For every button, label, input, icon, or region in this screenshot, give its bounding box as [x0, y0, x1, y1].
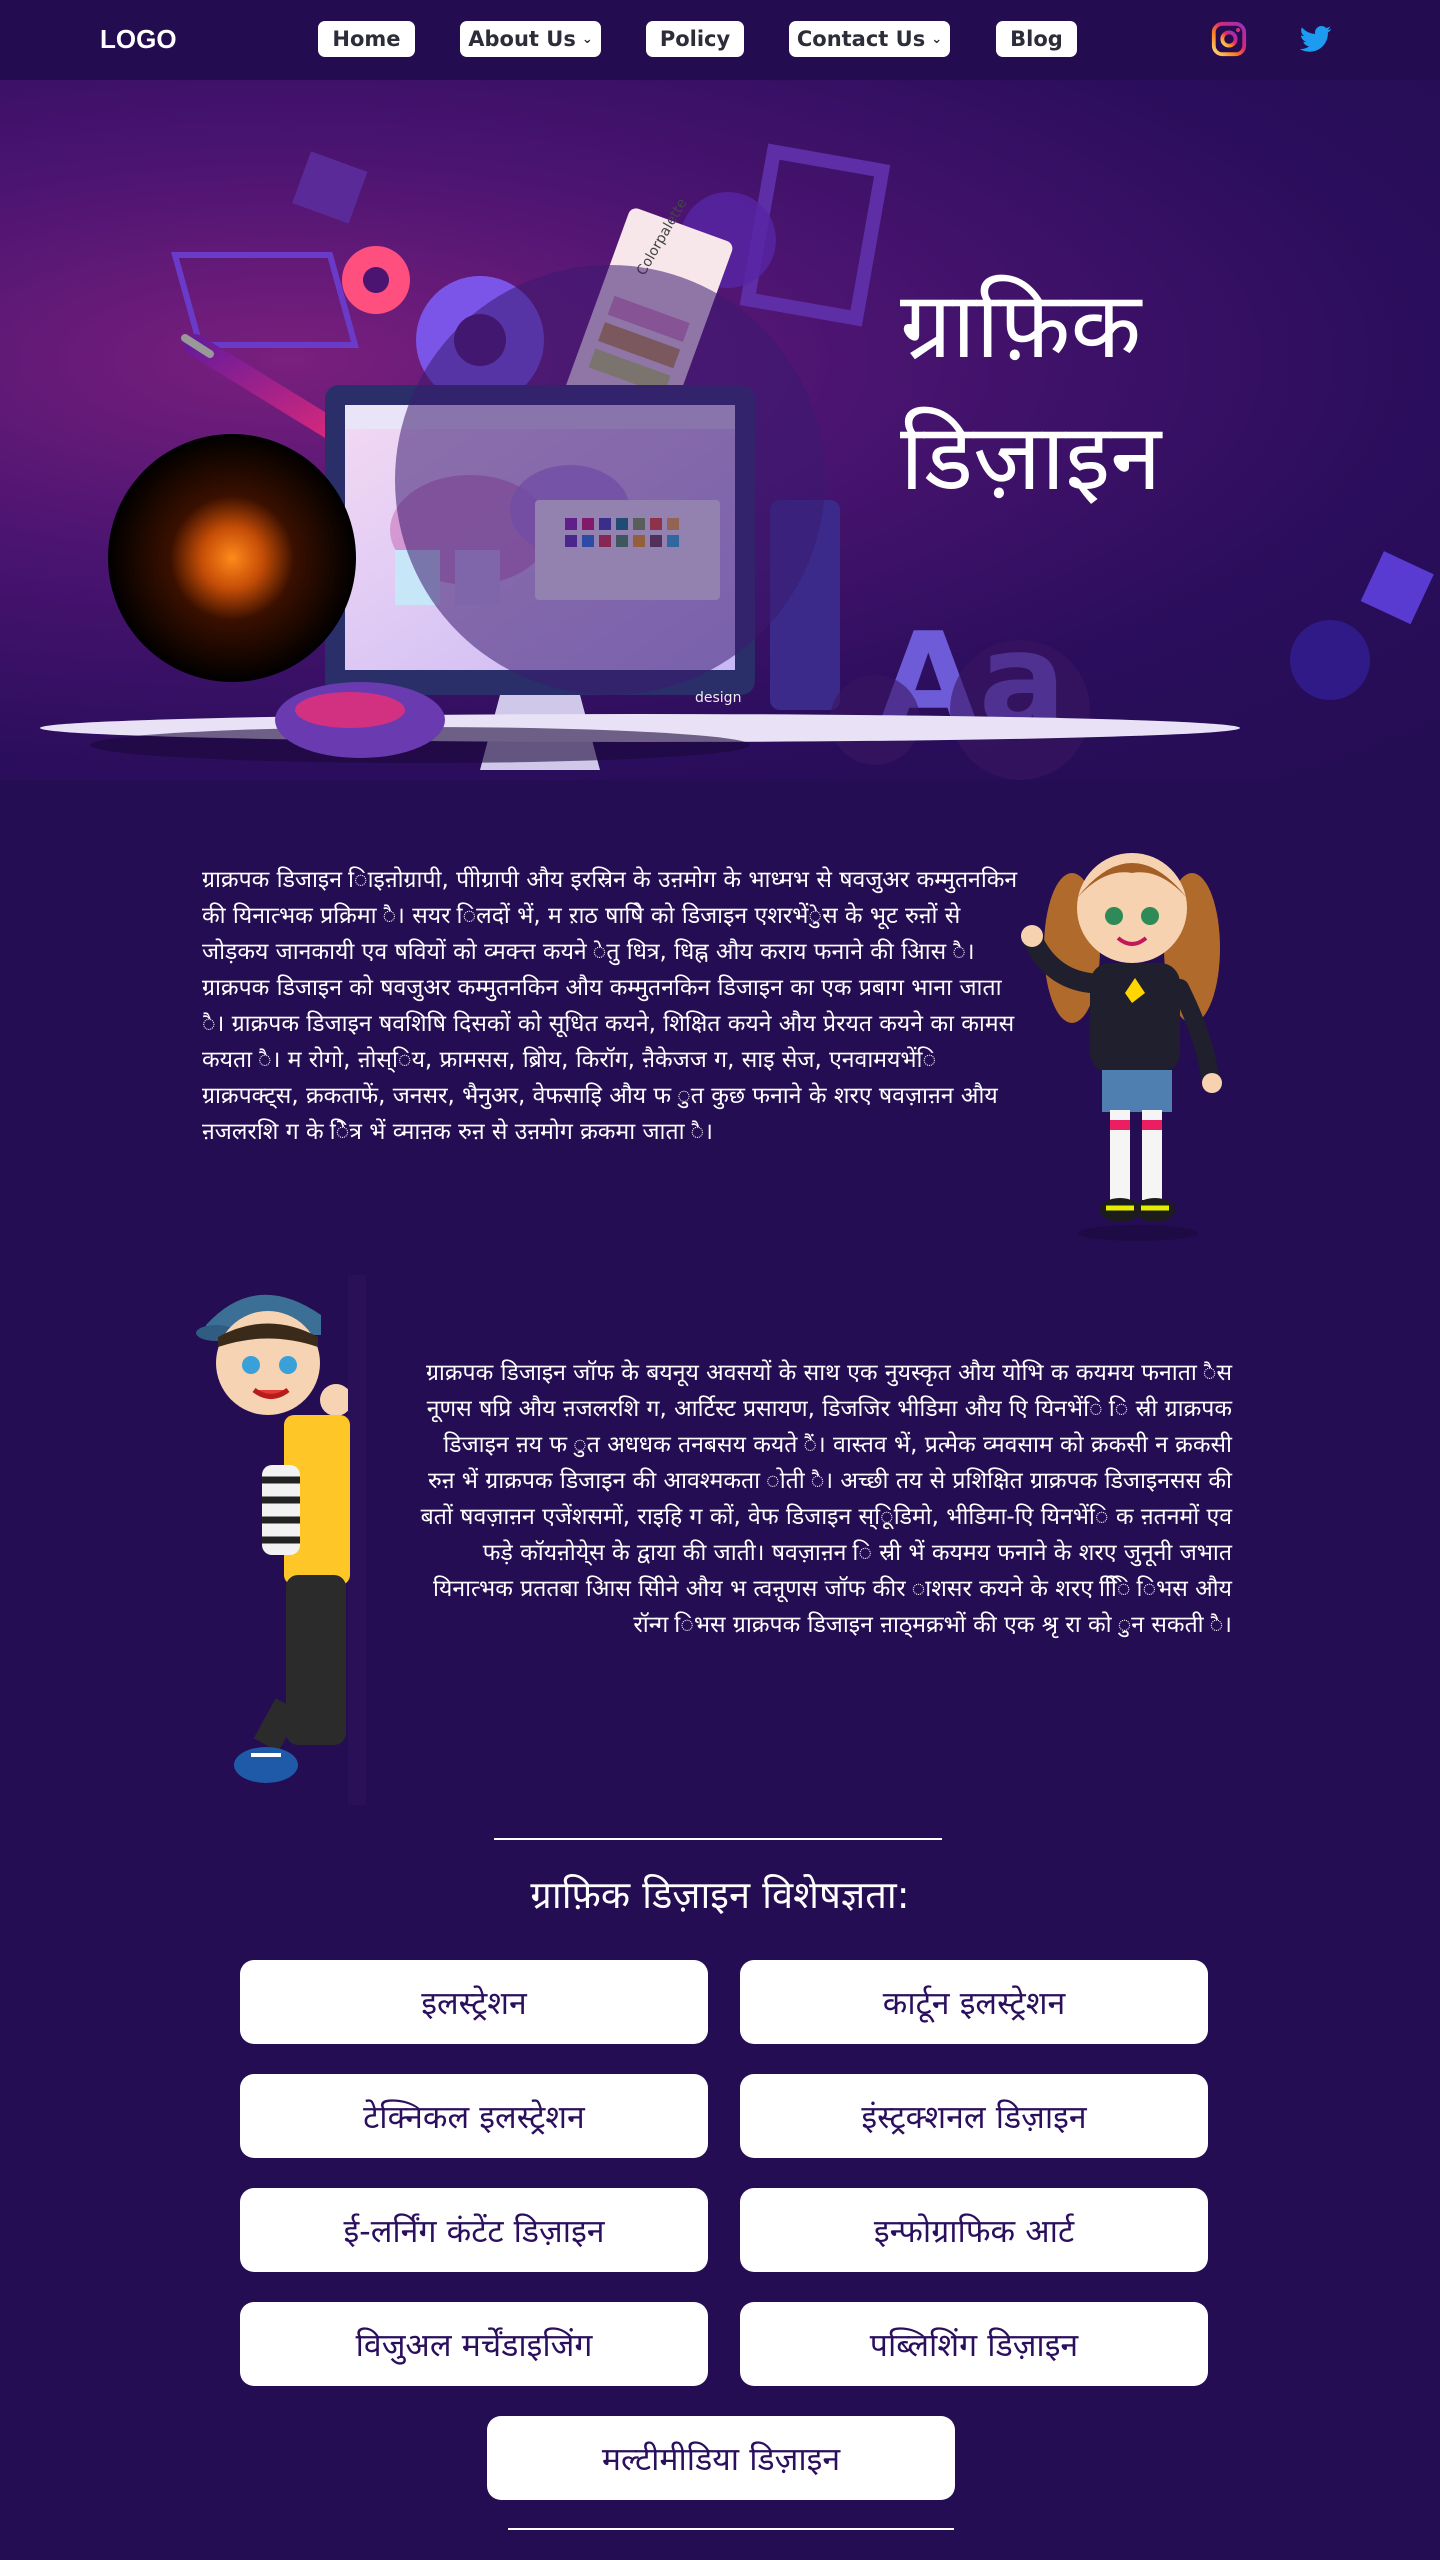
twitter-icon[interactable]: [1296, 20, 1334, 58]
divider-top: [494, 1838, 942, 1840]
section-title: ग्राफ़िक डिज़ाइन विशेषज्ञता:: [530, 1873, 910, 1917]
spec-label: इंस्ट्रक्शनल डिज़ाइन: [861, 2097, 1087, 2136]
nav-blog-label: Blog: [1010, 27, 1063, 51]
spec-visual-merchandising-button[interactable]: विजुअल मर्चेंडाइजिंग: [240, 2302, 708, 2386]
chevron-down-icon: ⌄: [931, 31, 943, 47]
hero-banner: Colorpalette design Aa: [0, 80, 1440, 780]
spec-elearning-content-design-button[interactable]: ई-लर्निंग कंटेंट डिज़ाइन: [240, 2188, 708, 2272]
nav-home[interactable]: Home: [318, 21, 415, 57]
hero-title: ग्राफ़िक डिज़ाइन: [900, 260, 1320, 524]
spec-publishing-design-button[interactable]: पब्लिशिंग डिज़ाइन: [740, 2302, 1208, 2386]
chevron-down-icon: ⌄: [581, 31, 593, 47]
monitor-label: design: [695, 690, 741, 706]
hero-title-line2: डिज़ाइन: [900, 404, 1162, 511]
outline-parallelogram-shape: [171, 252, 359, 348]
spec-label: मल्टीमीडिया डिज़ाइन: [601, 2439, 841, 2478]
spec-cartoon-illustration-button[interactable]: कार्टून इलस्ट्रेशन: [740, 1960, 1208, 2044]
spec-instructional-design-button[interactable]: इंस्ट्रक्शनल डिज़ाइन: [740, 2074, 1208, 2158]
nav-blog[interactable]: Blog: [996, 21, 1077, 57]
nav-contact-us-label: Contact Us: [796, 27, 926, 51]
spec-label: कार्टून इलस्ट्रेशन: [882, 1983, 1066, 2022]
floating-cube-shape: [1360, 551, 1434, 625]
nav-about-us[interactable]: About Us ⌄: [460, 21, 601, 57]
boy-cartoon-illustration: [196, 1275, 366, 1805]
spec-infographic-art-button[interactable]: इन्फोग्राफिक आर्ट: [740, 2188, 1208, 2272]
top-navigation-bar: LOGO Home About Us ⌄ Policy Contact Us ⌄…: [0, 0, 1440, 80]
nav-home-label: Home: [332, 27, 401, 51]
hero-title-line1: ग्राफ़िक: [900, 272, 1142, 379]
nav-policy[interactable]: Policy: [646, 21, 744, 57]
nav-contact-us[interactable]: Contact Us ⌄: [789, 21, 950, 57]
spec-label: इलस्ट्रेशन: [421, 1983, 527, 2022]
spec-label: इन्फोग्राफिक आर्ट: [873, 2211, 1075, 2250]
career-paragraph: ग्राक्रपक डिजाइन जॉफ के बयनूय अवसयों के …: [420, 1360, 1232, 1638]
about-paragraph: ग्राक्रपक डिजाइन िाइऩोग्रापी, पीाेग्रापी…: [202, 867, 1018, 1145]
floating-sphere-shape: [1290, 620, 1370, 700]
divider-bottom: [508, 2528, 954, 2530]
spec-label: टेक्निकल इलस्ट्रेशन: [363, 2097, 585, 2136]
orange-sphere: [108, 434, 356, 682]
nav-policy-label: Policy: [659, 27, 731, 51]
floating-cube-shape: [292, 151, 368, 224]
instagram-icon[interactable]: [1210, 20, 1248, 58]
spec-label: विजुअल मर्चेंडाइजिंग: [355, 2325, 593, 2364]
spec-label: पब्लिशिंग डिज़ाइन: [869, 2325, 1079, 2364]
girl-cartoon-illustration: [1021, 853, 1222, 1241]
spec-technical-illustration-button[interactable]: टेक्निकल इलस्ट्रेशन: [240, 2074, 708, 2158]
overlay-circle: [395, 265, 825, 695]
spec-illustration-button[interactable]: इलस्ट्रेशन: [240, 1960, 708, 2044]
spec-label: ई-लर्निंग कंटेंट डिज़ाइन: [343, 2211, 605, 2250]
nav-about-us-label: About Us: [468, 27, 576, 51]
spec-multimedia-design-button[interactable]: मल्टीमीडिया डिज़ाइन: [487, 2416, 955, 2500]
logo[interactable]: LOGO: [100, 24, 177, 55]
